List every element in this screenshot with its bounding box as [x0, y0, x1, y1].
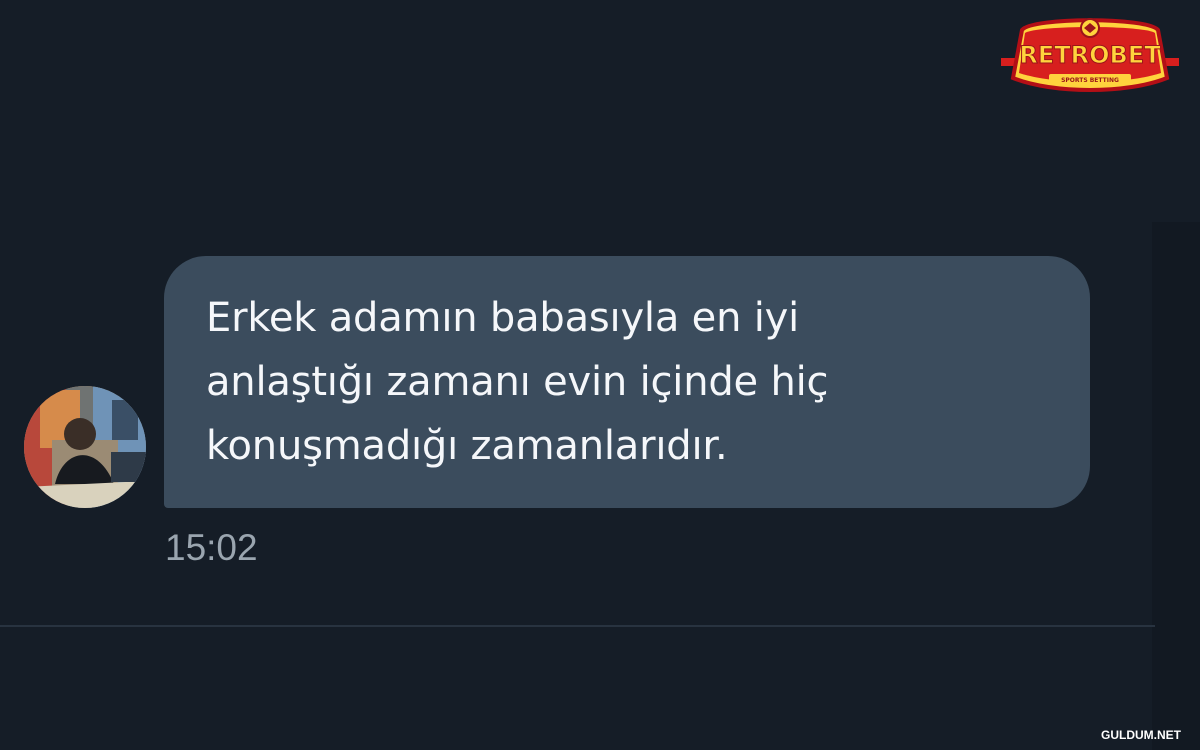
message-line: anlaştığı zamanı evin içinde hiç — [206, 359, 829, 405]
message-timestamp: 15:02 — [165, 527, 258, 568]
retrobet-logo-icon: RETROBET SPORTS BETTING — [1001, 15, 1179, 94]
logo-brand-text: RETROBET — [1019, 41, 1161, 69]
logo-sub-text: SPORTS BETTING — [1061, 77, 1119, 84]
site-watermark: GULDUM.NET — [1101, 728, 1181, 742]
profile-photo-icon — [24, 386, 146, 508]
divider — [0, 625, 1155, 627]
message-line: Erkek adamın babasıyla en iyi — [206, 295, 800, 341]
right-edge-panel — [1152, 222, 1200, 750]
message-line: konuşmadığı zamanlarıdır. — [206, 423, 728, 469]
avatar[interactable] — [24, 386, 146, 508]
message-bubble[interactable]: Erkek adamın babasıyla en iyi anlaştığı … — [164, 256, 1090, 508]
chat-screen: RETROBET SPORTS BETTING Erkek adamın bab… — [0, 0, 1200, 750]
